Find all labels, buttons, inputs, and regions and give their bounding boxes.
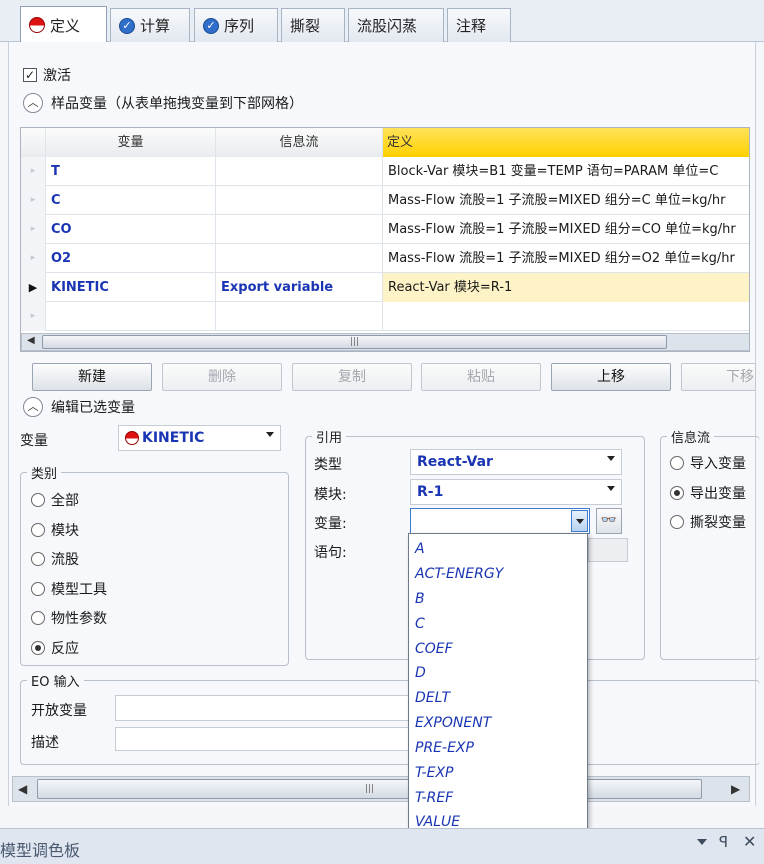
description-field[interactable] — [115, 727, 415, 751]
column-header-infoflow[interactable]: 信息流 — [216, 128, 383, 157]
infoflow-option-export[interactable]: 导出变量 — [670, 483, 746, 503]
type-label: 类型 — [314, 457, 342, 473]
radio-selected-icon — [670, 486, 684, 500]
chevron-down-icon — [576, 519, 584, 524]
paste-button[interactable]: 粘贴 — [421, 363, 541, 391]
dropdown-option[interactable]: ACT-ENERGY — [415, 566, 503, 582]
tab-sequence[interactable]: ✓ 序列 — [194, 8, 278, 42]
dropdown-button[interactable] — [571, 510, 588, 532]
row-pointer-icon: ▶ — [21, 273, 46, 302]
dropdown-option[interactable]: C — [415, 616, 425, 632]
activate-checkbox[interactable]: ✓ 激活 — [23, 65, 71, 85]
move-down-button[interactable]: 下移 — [681, 363, 756, 391]
category-option-property-param[interactable]: 物性参数 — [31, 608, 107, 628]
radio-icon — [670, 515, 684, 529]
radio-icon — [31, 582, 45, 596]
move-up-button[interactable]: 上移 — [551, 363, 671, 391]
radio-icon — [31, 523, 45, 537]
dropdown-option[interactable]: B — [415, 591, 425, 607]
radio-icon — [31, 611, 45, 625]
chevron-down-icon — [607, 486, 615, 491]
dropdown-option[interactable]: T-REF — [415, 790, 453, 806]
dropdown-option[interactable]: T-EXP — [415, 765, 454, 781]
reference-variable-select[interactable] — [410, 508, 590, 534]
tab-bar: 定义 ✓ 计算 ✓ 序列 撕裂 流股闪蒸 注释 — [0, 0, 764, 43]
dropdown-option[interactable]: PRE-EXP — [415, 740, 474, 756]
table-row-new[interactable]: ▸ — [21, 302, 749, 331]
palette-title: 模型调色板 — [0, 841, 81, 860]
scroll-left-icon[interactable]: ◀ — [18, 782, 27, 796]
column-header-definition[interactable]: 定义 — [383, 128, 749, 157]
tab-definition[interactable]: 定义 — [20, 6, 107, 43]
blue-check-icon: ✓ — [203, 17, 219, 34]
sample-section-header[interactable]: ︿ 样品变量（从表单拖拽变量到下部网格） — [23, 93, 303, 113]
model-palette-bar: 模型调色板 ꟼ ✕ — [0, 828, 764, 864]
category-option-reaction[interactable]: 反应 — [31, 638, 79, 658]
infoflow-option-import[interactable]: 导入变量 — [670, 453, 746, 473]
table-row[interactable]: ▸ T Block-Var 模块=B1 变量=TEMP 语句=PARAM 单位=… — [21, 157, 749, 186]
collapse-up-icon: ︿ — [23, 93, 43, 113]
open-variable-label: 开放变量 — [31, 703, 87, 719]
grid-horizontal-scrollbar[interactable]: ◀ ||| — [21, 333, 749, 351]
category-option-model-tool[interactable]: 模型工具 — [31, 579, 107, 599]
chevron-down-icon — [266, 432, 274, 437]
category-option-all[interactable]: 全部 — [31, 490, 79, 510]
scroll-thumb[interactable]: ||| — [37, 779, 702, 799]
edit-section-header[interactable]: ︿ 编辑已选变量 — [23, 397, 135, 417]
red-circle-icon — [125, 431, 139, 445]
block-label: 模块: — [314, 487, 347, 503]
chevron-down-icon[interactable] — [697, 839, 707, 845]
variable-select[interactable]: KINETIC — [118, 425, 281, 451]
column-header-variable[interactable]: 变量 — [46, 128, 216, 157]
scroll-left-icon[interactable]: ◀ — [27, 335, 35, 346]
variable-dropdown-list: A ACT-ENERGY B C COEF D DELT EXPONENT PR… — [408, 533, 588, 833]
table-row[interactable]: ▸ CO Mass-Flow 流股=1 子流股=MIXED 组分=CO 单位=k… — [21, 215, 749, 244]
blue-check-icon: ✓ — [119, 17, 135, 34]
radio-selected-icon — [31, 641, 45, 655]
tab-stream-flash[interactable]: 流股闪蒸 — [348, 8, 444, 42]
chevron-down-icon — [607, 456, 615, 461]
panel-horizontal-scrollbar[interactable]: ◀ ||| ▶ — [12, 776, 750, 802]
statement-field[interactable] — [588, 538, 628, 562]
tab-calculate[interactable]: ✓ 计算 — [110, 8, 190, 42]
table-row-selected[interactable]: ▶ KINETIC Export variable React-Var 模块=R… — [21, 273, 749, 302]
eo-input-group: EO 输入 — [20, 671, 760, 765]
dropdown-option[interactable]: DELT — [415, 690, 450, 706]
table-row[interactable]: ▸ O2 Mass-Flow 流股=1 子流股=MIXED 组分=O2 单位=k… — [21, 244, 749, 273]
variables-grid: 变量 信息流 定义 ▸ T Block-Var 模块=B1 变量=TEMP 语句… — [20, 127, 750, 352]
type-select[interactable]: React-Var — [410, 449, 622, 475]
radio-icon — [31, 493, 45, 507]
scroll-right-icon[interactable]: ▶ — [731, 782, 740, 796]
checkbox-checked-icon: ✓ — [23, 68, 37, 82]
radio-icon — [670, 456, 684, 470]
pin-icon[interactable]: ꟼ — [719, 833, 728, 851]
dropdown-option[interactable]: A — [415, 541, 425, 557]
category-option-stream[interactable]: 流股 — [31, 549, 79, 569]
scroll-thumb[interactable]: ||| — [42, 335, 667, 349]
block-select[interactable]: R-1 — [410, 479, 622, 505]
new-button[interactable]: 新建 — [32, 363, 152, 391]
dropdown-option[interactable]: COEF — [415, 641, 453, 657]
dropdown-option[interactable]: D — [415, 665, 426, 681]
description-label: 描述 — [31, 735, 59, 751]
open-variable-field[interactable] — [115, 695, 415, 721]
tab-comments[interactable]: 注释 — [447, 8, 511, 42]
table-row[interactable]: ▸ C Mass-Flow 流股=1 子流股=MIXED 组分=C 单位=kg/… — [21, 186, 749, 215]
variable-field-label: 变量: — [314, 516, 347, 532]
radio-icon — [31, 552, 45, 566]
binoculars-icon[interactable]: 👓 — [596, 508, 622, 534]
collapse-up-icon: ︿ — [23, 397, 43, 417]
copy-button[interactable]: 复制 — [292, 363, 412, 391]
delete-button[interactable]: 删除 — [162, 363, 282, 391]
close-icon[interactable]: ✕ — [743, 832, 756, 851]
infoflow-option-tear[interactable]: 撕裂变量 — [670, 512, 746, 532]
grid-header-row: 变量 信息流 定义 — [21, 128, 749, 157]
red-circle-icon — [29, 17, 45, 33]
variable-label: 变量 — [20, 433, 48, 449]
category-option-block[interactable]: 模块 — [31, 520, 79, 540]
dropdown-option[interactable]: EXPONENT — [415, 715, 491, 731]
statement-label: 语句: — [314, 545, 347, 561]
tab-tear[interactable]: 撕裂 — [281, 8, 345, 42]
